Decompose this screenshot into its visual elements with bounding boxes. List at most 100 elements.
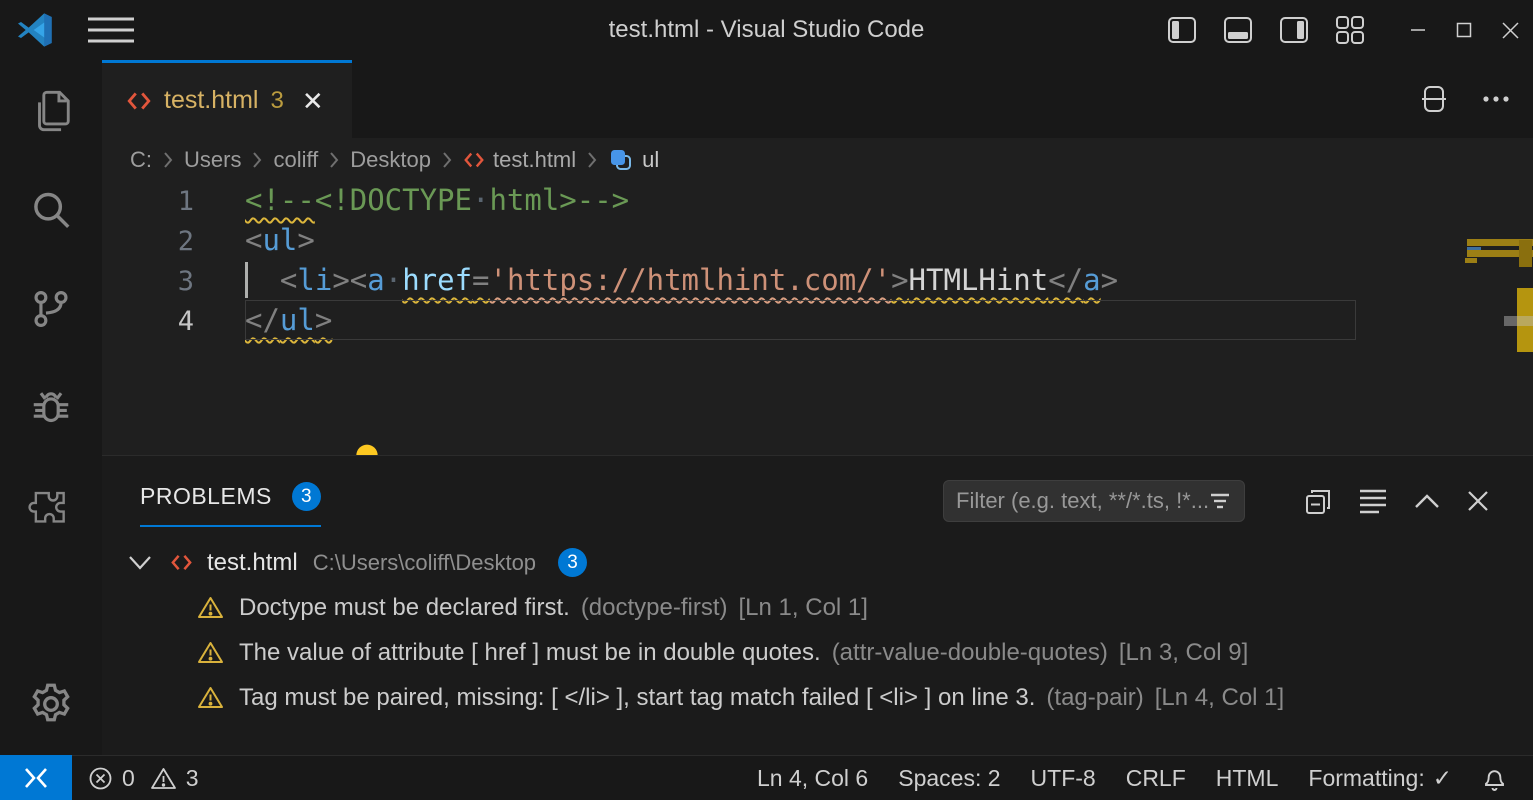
- line-number: 3: [102, 262, 245, 302]
- close-panel-icon[interactable]: [1467, 490, 1489, 512]
- problems-tree: test.html C:\Users\coliff\Desktop 3 Doct…: [102, 540, 1533, 720]
- close-window-icon[interactable]: [1487, 0, 1533, 60]
- filter-icon[interactable]: [1208, 490, 1232, 512]
- html-file-icon: [126, 88, 152, 114]
- breadcrumb-item[interactable]: Desktop: [350, 147, 431, 173]
- eol-setting[interactable]: CRLF: [1126, 765, 1186, 792]
- problem-message: Tag must be paired, missing: [ </li> ], …: [239, 684, 1035, 712]
- problem-location: [Ln 1, Col 1]: [739, 594, 868, 622]
- problem-rule: (doctype-first): [581, 594, 728, 622]
- run-and-debug-icon[interactable]: [0, 374, 102, 444]
- source-control-icon[interactable]: [0, 274, 102, 344]
- status-bar: 0 3 Ln 4, Col 6 Spaces: 2 UTF-8 CRLF HTM…: [0, 755, 1533, 800]
- problem-rule: (attr-value-double-quotes): [832, 639, 1108, 667]
- code-lines: 1<!--<!DOCTYPE·html>-->2<ul>3 <li><a·hre…: [102, 180, 1358, 340]
- notifications-bell-icon[interactable]: [1482, 765, 1507, 792]
- html-file-icon: [463, 149, 485, 171]
- code-line[interactable]: 2<ul>: [102, 220, 1358, 260]
- maximize-icon[interactable]: [1441, 0, 1487, 60]
- encoding-setting[interactable]: UTF-8: [1031, 765, 1096, 792]
- chevron-right-icon: [162, 149, 174, 171]
- overview-warning-mark: [1519, 240, 1532, 267]
- code-editor[interactable]: 1<!--<!DOCTYPE·html>-->2<ul>3 <li><a·hre…: [102, 180, 1358, 455]
- problem-message: The value of attribute [ href ] must be …: [239, 639, 821, 667]
- maximize-panel-icon[interactable]: [1414, 493, 1440, 509]
- warning-icon: [197, 595, 224, 620]
- line-number: 1: [102, 182, 245, 222]
- code-line[interactable]: 3 <li><a·href='https://htmlhint.com/'>HT…: [102, 260, 1358, 300]
- chevron-right-icon: [441, 149, 453, 171]
- cursor-position[interactable]: Ln 4, Col 6: [757, 765, 868, 792]
- breadcrumb-item[interactable]: Users: [184, 147, 241, 173]
- code-line[interactable]: 4</ul>: [102, 300, 1358, 340]
- toggle-panel-icon[interactable]: [1223, 15, 1253, 45]
- title-bar: test.html - Visual Studio Code: [0, 0, 1533, 60]
- code-line[interactable]: 1<!--<!DOCTYPE·html>-->: [102, 180, 1358, 220]
- breadcrumb-symbol[interactable]: ul: [608, 147, 659, 173]
- problem-location: [Ln 4, Col 1]: [1155, 684, 1284, 712]
- more-actions-icon[interactable]: [1481, 84, 1511, 114]
- minimize-icon[interactable]: [1395, 0, 1441, 60]
- settings-gear-icon[interactable]: [0, 669, 102, 739]
- problems-summary[interactable]: 0 3: [88, 765, 199, 792]
- problem-rows: Doctype must be declared first. (doctype-…: [102, 585, 1533, 720]
- tab-problems[interactable]: PROBLEMS 3: [140, 482, 321, 527]
- editor-group: test.html 3 ✕ C: Users coliff Desktop: [102, 60, 1533, 455]
- search-icon[interactable]: [0, 176, 102, 246]
- tab-bar: test.html 3 ✕: [102, 60, 1533, 138]
- check-icon: ✓: [1433, 765, 1452, 792]
- warning-icon: [197, 685, 224, 710]
- chevron-down-icon[interactable]: [128, 555, 152, 571]
- remote-indicator[interactable]: [0, 755, 72, 800]
- explorer-icon[interactable]: [0, 76, 102, 146]
- tab-label: test.html: [164, 86, 258, 115]
- breadcrumb: C: Users coliff Desktop test.html: [102, 138, 1533, 182]
- line-number: 2: [102, 222, 245, 262]
- tab-test-html[interactable]: test.html 3 ✕: [102, 60, 352, 138]
- problem-row[interactable]: The value of attribute [ href ] must be …: [102, 630, 1533, 675]
- chevron-right-icon: [586, 149, 598, 171]
- symbol-element-icon: [608, 147, 634, 173]
- line-number: 4: [102, 302, 245, 342]
- breadcrumb-file[interactable]: test.html: [463, 147, 576, 173]
- toggle-primary-sidebar-icon[interactable]: [1167, 15, 1197, 45]
- formatting-status[interactable]: Formatting: ✓: [1308, 765, 1452, 792]
- problem-message: Doctype must be declared first.: [239, 594, 570, 622]
- problem-rule: (tag-pair): [1046, 684, 1143, 712]
- split-editor-icon[interactable]: [1419, 84, 1449, 114]
- tab-problems-count: 3: [270, 87, 283, 115]
- filter-input[interactable]: [956, 488, 1208, 514]
- error-count: 0: [122, 765, 135, 792]
- panel-header: PROBLEMS 3: [102, 456, 1533, 536]
- customize-layout-icon[interactable]: [1335, 15, 1365, 45]
- breadcrumb-item[interactable]: coliff: [273, 147, 318, 173]
- problems-count-badge: 3: [292, 482, 321, 511]
- problems-panel: PROBLEMS 3: [102, 455, 1533, 755]
- breadcrumb-item[interactable]: C:: [130, 147, 152, 173]
- collapse-all-icon[interactable]: [1305, 488, 1332, 515]
- vscode-logo-icon[interactable]: [14, 10, 56, 50]
- extensions-icon[interactable]: [0, 473, 102, 543]
- activity-bar: [0, 60, 102, 755]
- breadcrumb-path: C: Users coliff Desktop: [130, 147, 463, 173]
- menu-icon[interactable]: [88, 16, 134, 44]
- problem-location: [Ln 3, Col 9]: [1119, 639, 1248, 667]
- vscode-window: test.html - Visual Studio Code: [0, 0, 1533, 800]
- indentation-setting[interactable]: Spaces: 2: [898, 765, 1000, 792]
- warning-icon: [197, 640, 224, 665]
- html-file-icon: [170, 551, 193, 574]
- problem-row[interactable]: Tag must be paired, missing: [ </li> ], …: [102, 675, 1533, 720]
- overview-cursor-mark: [1504, 316, 1533, 326]
- minimap-warning-line-4: [1465, 258, 1477, 263]
- text-cursor: [245, 262, 248, 298]
- error-icon: [88, 766, 113, 791]
- problem-row[interactable]: Doctype must be declared first. (doctype-…: [102, 585, 1533, 630]
- view-as-table-icon[interactable]: [1359, 488, 1387, 514]
- chevron-right-icon: [251, 149, 263, 171]
- tab-close-icon[interactable]: ✕: [302, 88, 324, 114]
- problems-file-row[interactable]: test.html C:\Users\coliff\Desktop 3: [102, 540, 1533, 585]
- toggle-secondary-sidebar-icon[interactable]: [1279, 15, 1309, 45]
- file-problems-badge: 3: [558, 548, 587, 577]
- warning-count: 3: [186, 765, 199, 792]
- language-mode[interactable]: HTML: [1216, 765, 1279, 792]
